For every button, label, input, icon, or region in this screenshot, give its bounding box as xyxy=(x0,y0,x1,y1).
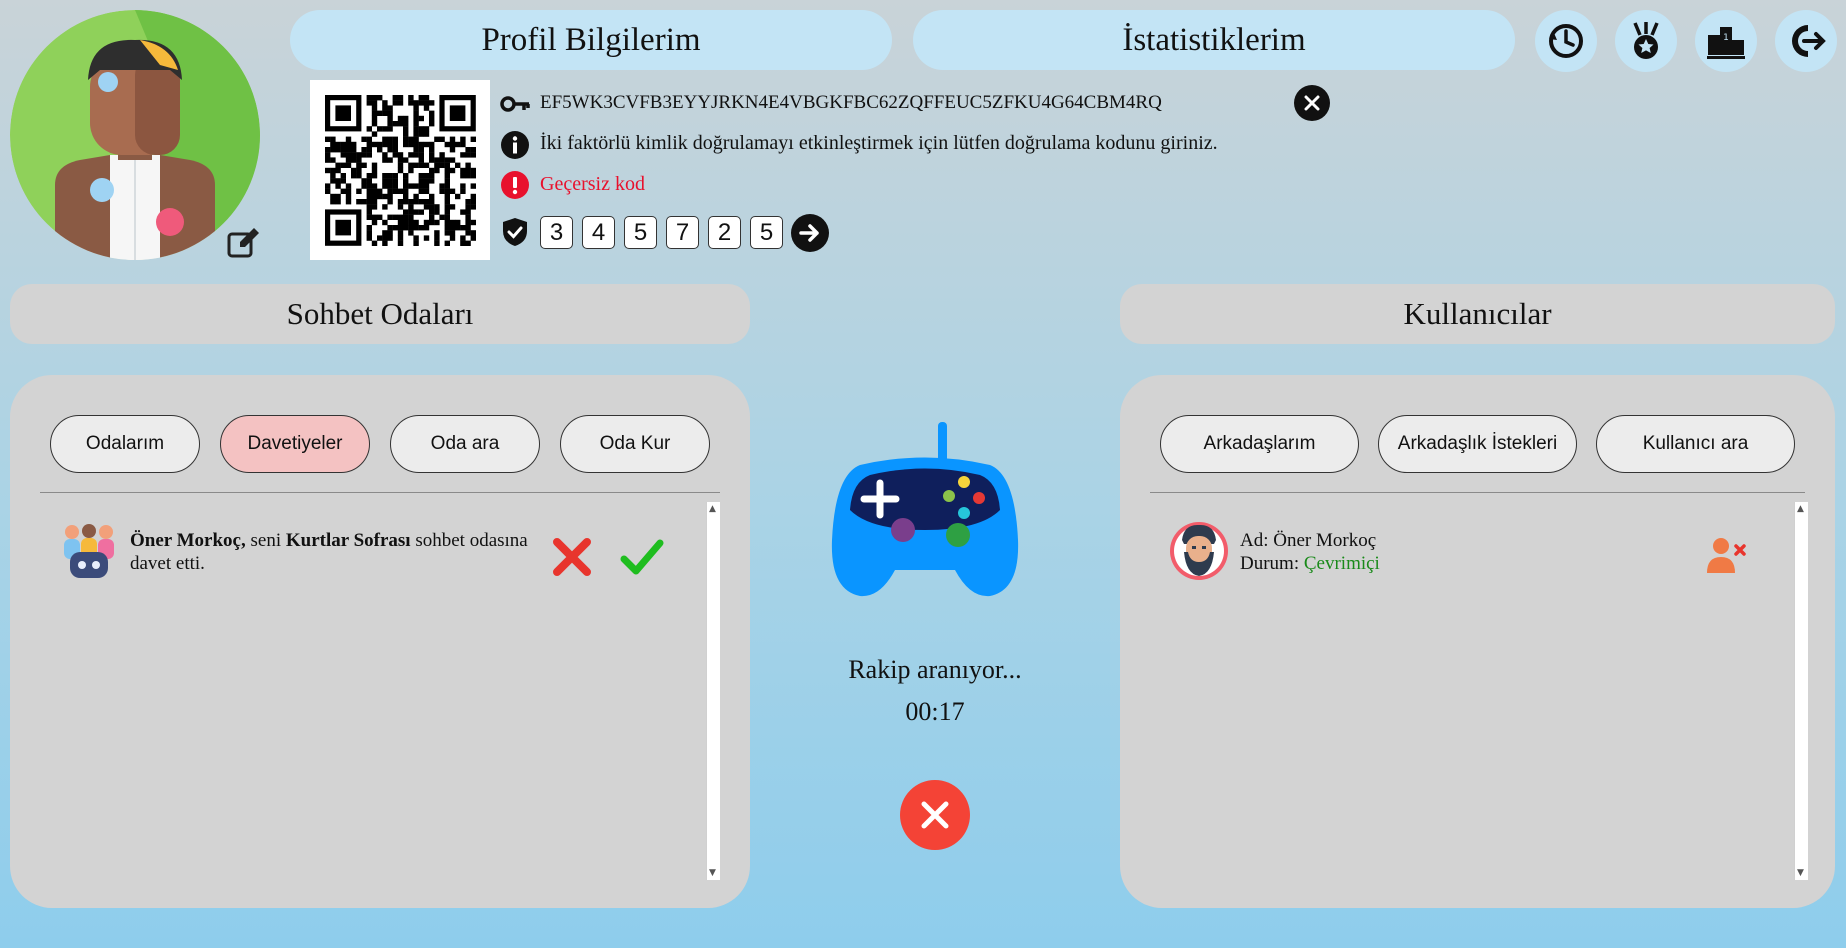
history-button[interactable] xyxy=(1535,10,1597,72)
error-icon xyxy=(500,170,530,200)
tab-statistics-label: İstatistiklerim xyxy=(1122,21,1306,58)
info-icon xyxy=(500,130,530,160)
user-status-label: Durum: xyxy=(1240,553,1300,574)
invite-list: Öner Morkoç, seni Kurtlar Sofrası sohbet… xyxy=(40,502,700,578)
user-avatar xyxy=(1170,522,1228,580)
list-item: Öner Morkoç, seni Kurtlar Sofrası sohbet… xyxy=(40,502,700,578)
scroll-down-icon[interactable]: ▼ xyxy=(1797,868,1804,878)
chat-rooms-title: Sohbet Odaları xyxy=(286,296,474,331)
group-avatar-icon xyxy=(60,522,118,580)
code-digit-3[interactable]: 5 xyxy=(624,216,657,249)
search-room-button[interactable]: Oda ara xyxy=(390,415,540,473)
close-two-factor-button[interactable] xyxy=(1294,85,1330,121)
two-factor-secret: EF5WK3CVFB3EYYJRKN4E4VBGKFBC62ZQFFEUC5ZF… xyxy=(540,92,1162,113)
user-info: Ad: Öner Morkoç Durum: Çevrimiçi xyxy=(1240,529,1380,575)
user-name-row: Ad: Öner Morkoç xyxy=(1240,529,1380,552)
leaderboard-button[interactable]: 1 xyxy=(1695,10,1757,72)
shield-icon xyxy=(500,217,530,247)
gamepad-icon xyxy=(830,420,1020,600)
user-status-row: Durum: Çevrimiçi xyxy=(1240,552,1380,575)
remove-friend-button[interactable] xyxy=(1705,535,1747,575)
friend-requests-button[interactable]: Arkadaşlık İstekleri xyxy=(1378,415,1577,473)
tab-statistics[interactable]: İstatistiklerim xyxy=(913,10,1515,70)
inviter-name: Öner Morkoç, xyxy=(130,530,246,551)
leaderboard-icon: 1 xyxy=(1707,27,1745,59)
qr-code xyxy=(310,80,490,260)
my-rooms-button[interactable]: Odalarım xyxy=(50,415,200,473)
my-friends-button[interactable]: Arkadaşlarım xyxy=(1160,415,1359,473)
matchmaking-status: Rakip aranıyor... xyxy=(848,655,1022,684)
tab-profile-label: Profil Bilgilerim xyxy=(481,21,701,58)
search-user-button[interactable]: Kullanıcı ara xyxy=(1596,415,1795,473)
chat-rooms-divider xyxy=(40,492,720,493)
user-name: Öner Morkoç xyxy=(1273,530,1377,551)
svg-text:1: 1 xyxy=(1723,33,1729,43)
two-factor-info-text: İki faktörlü kimlik doğrulamayı etkinleş… xyxy=(540,132,1218,154)
scroll-up-icon[interactable]: ▲ xyxy=(709,504,716,514)
create-room-button[interactable]: Oda Kur xyxy=(560,415,710,473)
user-status: Çevrimiçi xyxy=(1303,553,1380,574)
close-icon xyxy=(921,801,949,829)
users-panel: Arkadaşlarım Arkadaşlık İstekleri Kullan… xyxy=(1120,375,1835,908)
user-name-label: Ad: xyxy=(1240,530,1269,551)
user-list: Ad: Öner Morkoç Durum: Çevrimiçi xyxy=(1150,502,1790,580)
chat-rooms-panel: Odalarım Davetiyeler Oda ara Oda Kur Öne… xyxy=(10,375,750,908)
list-item: Ad: Öner Morkoç Durum: Çevrimiçi xyxy=(1150,502,1790,580)
edit-icon xyxy=(227,228,259,258)
remove-user-icon xyxy=(1707,538,1746,573)
matchmaking-timer: 00:17 xyxy=(905,697,965,726)
invite-text-before: seni xyxy=(245,530,286,551)
invitations-button[interactable]: Davetiyeler xyxy=(220,415,370,473)
edit-avatar-button[interactable] xyxy=(226,226,260,260)
users-header: Kullanıcılar xyxy=(1120,284,1835,344)
scroll-up-icon[interactable]: ▲ xyxy=(1797,504,1804,514)
submit-code-button[interactable] xyxy=(791,214,829,252)
key-icon xyxy=(500,89,530,119)
cancel-matchmaking-button[interactable] xyxy=(900,780,970,850)
accept-invite-button[interactable] xyxy=(620,537,664,577)
accept-icon xyxy=(620,539,664,575)
users-title: Kullanıcılar xyxy=(1403,296,1552,331)
scroll-down-icon[interactable]: ▼ xyxy=(709,868,716,878)
users-scrollbar[interactable]: ▲ ▼ xyxy=(1794,502,1808,880)
history-icon xyxy=(1549,24,1583,58)
achievements-button[interactable] xyxy=(1615,10,1677,72)
code-digit-1[interactable]: 3 xyxy=(540,216,573,249)
code-input-group: 3 4 5 7 2 5 xyxy=(540,216,783,249)
arrow-right-icon xyxy=(799,224,819,242)
code-digit-5[interactable]: 2 xyxy=(708,216,741,249)
profile-avatar xyxy=(10,10,260,260)
code-digit-6[interactable]: 5 xyxy=(750,216,783,249)
code-digit-4[interactable]: 7 xyxy=(666,216,699,249)
chat-rooms-scrollbar[interactable]: ▲ ▼ xyxy=(706,502,720,880)
close-icon xyxy=(1304,95,1320,111)
tab-profile[interactable]: Profil Bilgilerim xyxy=(290,10,892,70)
two-factor-error-text: Geçersiz kod xyxy=(540,173,645,195)
invite-room-name: Kurtlar Sofrası xyxy=(285,530,411,551)
reject-icon xyxy=(553,538,591,576)
code-digit-2[interactable]: 4 xyxy=(582,216,615,249)
invite-message: Öner Morkoç, seni Kurtlar Sofrası sohbet… xyxy=(130,529,560,575)
logout-icon xyxy=(1792,25,1826,57)
users-divider xyxy=(1150,492,1805,493)
chat-rooms-header: Sohbet Odaları xyxy=(10,284,750,344)
logout-button[interactable] xyxy=(1775,10,1837,72)
reject-invite-button[interactable] xyxy=(552,537,592,577)
medal-icon xyxy=(1633,22,1659,59)
